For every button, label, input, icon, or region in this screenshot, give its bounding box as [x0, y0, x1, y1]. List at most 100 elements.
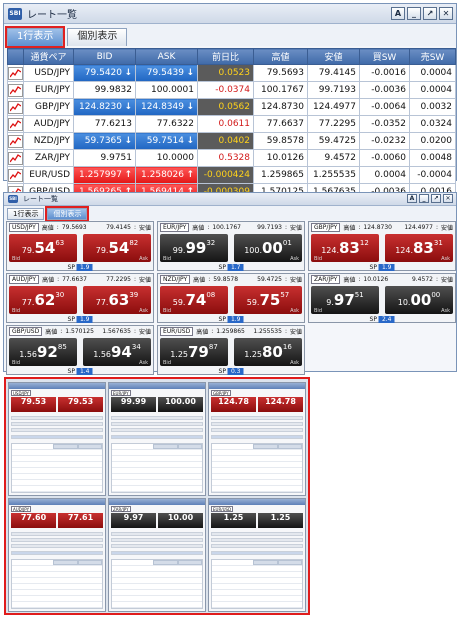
pair-select[interactable]: EUR/JPY — [160, 223, 190, 232]
maximize-icon[interactable]: ↗ — [431, 194, 441, 203]
ask-button[interactable]: 77.61 — [58, 513, 103, 528]
chart-cell[interactable] — [7, 132, 24, 150]
column-header[interactable]: 安値 — [307, 48, 360, 65]
column-header[interactable]: 高値 — [253, 48, 308, 65]
maximize-icon[interactable]: ↗ — [423, 7, 437, 20]
ask-button[interactable]: 10.0000 Ask — [385, 286, 453, 314]
order-option-row[interactable] — [211, 538, 303, 542]
bid-cell[interactable]: 1.257997 ↑ — [73, 166, 136, 184]
pair-select[interactable]: ZAR/JPY — [311, 275, 341, 284]
chart-cell[interactable] — [7, 115, 24, 133]
minimize-icon[interactable]: _ — [407, 7, 421, 20]
chart-icon[interactable] — [8, 100, 23, 114]
bid-button[interactable]: 77.60 — [11, 513, 56, 528]
bid-cell[interactable]: 59.7365 ↓ — [73, 132, 136, 150]
order-option-row[interactable] — [11, 428, 103, 432]
tab-row-view[interactable]: 1行表示 — [7, 208, 45, 220]
pair-select[interactable]: GBP/USD — [9, 327, 43, 336]
bid-button[interactable]: 1.569285 Bid — [9, 338, 77, 366]
ask-button[interactable]: 79.53 — [58, 397, 103, 412]
ask-cell[interactable]: 1.258026 ↑ — [135, 166, 198, 184]
ask-cell[interactable]: 77.6322 — [135, 115, 198, 133]
order-option-row[interactable] — [11, 544, 103, 548]
order-quantity-row[interactable] — [211, 416, 303, 420]
ask-button[interactable]: 124.78 — [258, 397, 303, 412]
rate-detail-mini-window[interactable]: EUR/JPY 99.99 100.00 — [108, 382, 206, 496]
window-titlebar[interactable]: SBI レート一覧 A _ ↗ ✕ — [4, 193, 456, 206]
pair-select[interactable]: AUD/JPY — [9, 275, 40, 284]
pair-select[interactable]: AUD/JPY — [11, 505, 32, 512]
window-titlebar[interactable]: SBI レート一覧 A _ ↗ ✕ — [4, 4, 456, 24]
bid-button[interactable]: 1.257987 Bid — [160, 338, 228, 366]
bid-button[interactable]: 79.53 — [11, 397, 56, 412]
ask-button[interactable]: 1.25 — [258, 513, 303, 528]
tab-individual-view[interactable]: 個別表示 — [45, 206, 90, 222]
ask-button[interactable]: 100.0001 Ask — [234, 234, 302, 262]
column-header[interactable]: 買SW — [359, 48, 410, 65]
ask-button[interactable]: 59.7557 Ask — [234, 286, 302, 314]
bid-button[interactable]: 124.78 — [211, 397, 256, 412]
tab-row-view[interactable]: 1行表示 — [4, 26, 66, 48]
order-option-row[interactable] — [111, 422, 203, 426]
close-icon[interactable]: ✕ — [443, 194, 453, 203]
order-quantity-row[interactable] — [111, 416, 203, 420]
column-header[interactable]: 通貨ペア — [23, 48, 74, 65]
bid-button[interactable]: 1.25 — [211, 513, 256, 528]
pair-select[interactable]: EUR/USD — [211, 505, 234, 512]
order-option-row[interactable] — [111, 544, 203, 548]
bid-button[interactable]: 124.8312 Bid — [311, 234, 379, 262]
font-size-icon[interactable]: A — [407, 194, 417, 203]
pair-select[interactable]: NZD/JPY — [160, 275, 191, 284]
bid-cell[interactable]: 99.9832 — [73, 81, 136, 99]
order-quantity-row[interactable] — [11, 416, 103, 420]
chart-icon[interactable] — [8, 168, 23, 182]
rate-detail-mini-window[interactable]: USD/JPY 79.53 79.53 — [8, 382, 106, 496]
ask-button[interactable]: 79.5482 Ask — [83, 234, 151, 262]
bid-cell[interactable]: 9.9751 — [73, 149, 136, 167]
order-quantity-row[interactable] — [11, 532, 103, 536]
order-option-row[interactable] — [111, 538, 203, 542]
chart-cell[interactable] — [7, 149, 24, 167]
tab-individual-view[interactable]: 個別表示 — [67, 28, 128, 46]
order-option-row[interactable] — [111, 428, 203, 432]
bid-button[interactable]: 99.9932 Bid — [160, 234, 228, 262]
bid-cell[interactable]: 124.8230 ↓ — [73, 98, 136, 116]
order-option-row[interactable] — [211, 428, 303, 432]
ask-cell[interactable]: 59.7514 ↓ — [135, 132, 198, 150]
ask-cell[interactable]: 10.0000 — [135, 149, 198, 167]
ask-button[interactable]: 1.258016 Ask — [234, 338, 302, 366]
table-row[interactable]: GBP/JPY 124.8230 ↓ 124.8349 ↓ 0.0562 124.8730 1… — [7, 98, 456, 116]
pair-select[interactable]: EUR/USD — [160, 327, 194, 336]
bid-button[interactable]: 9.9751 Bid — [311, 286, 379, 314]
minimize-icon[interactable]: _ — [419, 194, 429, 203]
chart-cell[interactable] — [7, 166, 24, 184]
chart-cell[interactable] — [7, 81, 24, 99]
order-quantity-row[interactable] — [211, 532, 303, 536]
rate-detail-mini-window[interactable]: GBP/JPY 124.78 124.78 — [208, 382, 306, 496]
ask-button[interactable]: 124.8331 Ask — [385, 234, 453, 262]
order-option-row[interactable] — [11, 422, 103, 426]
column-header[interactable]: BID — [73, 48, 136, 65]
bid-button[interactable]: 79.5463 Bid — [9, 234, 77, 262]
table-row[interactable]: NZD/JPY 59.7365 ↓ 59.7514 ↓ 0.0402 59.8578 59.4… — [7, 132, 456, 150]
bid-button[interactable]: 77.6230 Bid — [9, 286, 77, 314]
bid-button[interactable]: 9.97 — [111, 513, 156, 528]
chart-icon[interactable] — [8, 66, 23, 80]
pair-select[interactable]: USD/JPY — [11, 389, 31, 396]
ask-button[interactable]: 1.569434 Ask — [83, 338, 151, 366]
bid-button[interactable]: 59.7408 Bid — [160, 286, 228, 314]
pair-select[interactable]: USD/JPY — [9, 223, 39, 232]
column-header[interactable]: ASK — [135, 48, 198, 65]
order-option-row[interactable] — [211, 422, 303, 426]
order-option-row[interactable] — [211, 544, 303, 548]
pair-select[interactable]: EUR/JPY — [111, 389, 131, 396]
order-quantity-row[interactable] — [111, 532, 203, 536]
chart-icon[interactable] — [8, 151, 23, 165]
table-row[interactable]: AUD/JPY 77.6213 77.6322 0.0611 77.6637 77.229… — [7, 115, 456, 133]
bid-button[interactable]: 99.99 — [111, 397, 156, 412]
ask-button[interactable]: 10.00 — [158, 513, 203, 528]
ask-button[interactable]: 77.6339 Ask — [83, 286, 151, 314]
order-option-row[interactable] — [11, 538, 103, 542]
ask-cell[interactable]: 79.5439 ↓ — [135, 64, 198, 82]
ask-cell[interactable]: 124.8349 ↓ — [135, 98, 198, 116]
